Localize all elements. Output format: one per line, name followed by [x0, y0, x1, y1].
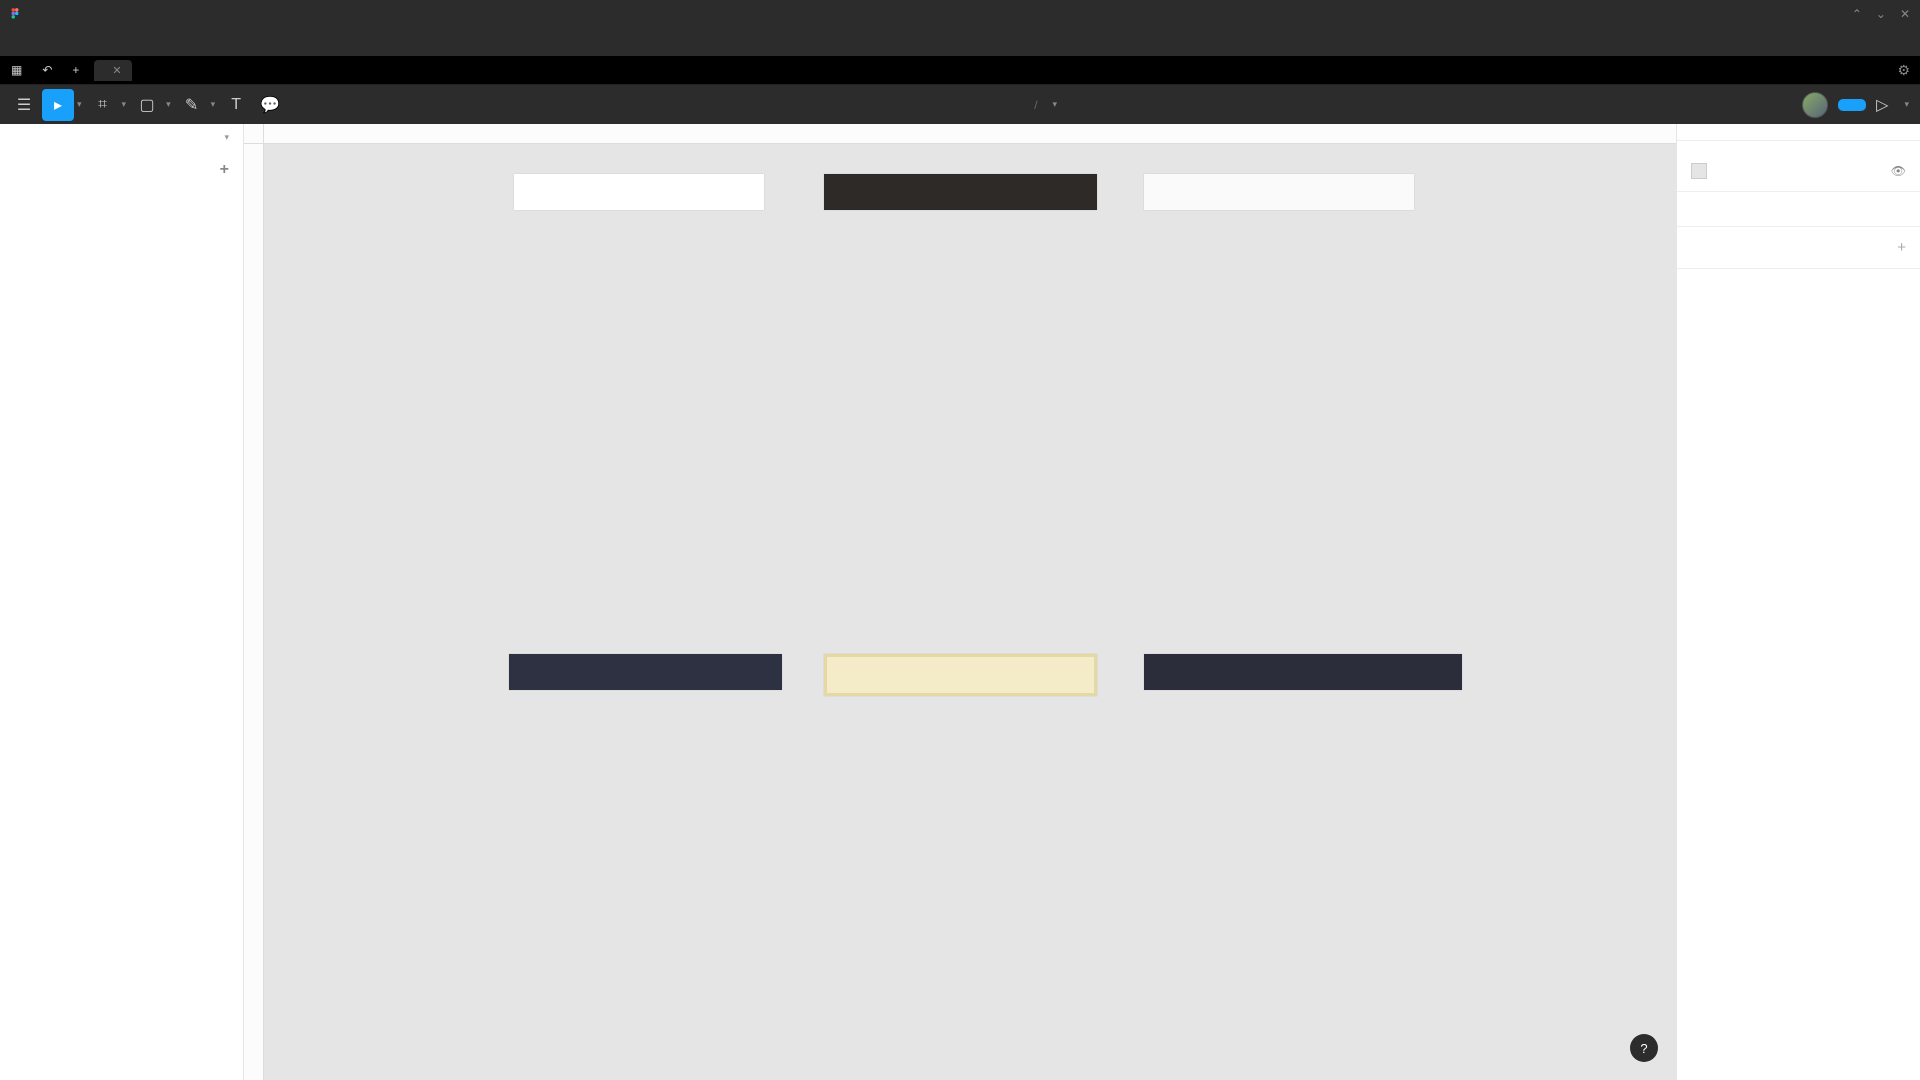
visibility-icon[interactable]: 👁 [1891, 164, 1906, 178]
chevron-down-icon: ▾ [1901, 99, 1912, 110]
layers-list [0, 189, 243, 1080]
add-tab-icon[interactable]: + [67, 59, 84, 81]
breadcrumb: / ▾ [288, 98, 1800, 112]
settings-icon[interactable]: ⚙ [1897, 62, 1910, 79]
frame-tool[interactable]: ⌗ [87, 89, 119, 121]
background-row[interactable]: 👁 [1691, 163, 1906, 179]
menubar [0, 28, 1920, 56]
toolbar: ☰ ▸ ▾ ⌗ ▾ ▢ ▾ ✎ ▾ T 💬 / ▾ ▷ ▾ [0, 84, 1920, 124]
canvas[interactable]: ? [244, 124, 1676, 1080]
help-button[interactable]: ? [1630, 1034, 1658, 1062]
tabs-bar: ▦ ↶ + ✕ ⚙ [0, 56, 1920, 84]
frame-script[interactable] [824, 654, 1097, 696]
add-page-icon[interactable]: + [220, 161, 229, 179]
pages-header: + [0, 151, 243, 189]
chevron-down-icon[interactable]: ▾ [208, 99, 219, 110]
pen-tool[interactable]: ✎ [176, 89, 208, 121]
ruler-horizontal [264, 124, 1676, 144]
color-swatch[interactable] [1691, 163, 1707, 179]
ruler-vertical [244, 144, 264, 1080]
minimize-icon[interactable]: ⌃ [1852, 7, 1862, 21]
maximize-icon[interactable]: ⌄ [1876, 7, 1886, 21]
frame-serif[interactable] [514, 174, 764, 210]
frame-sans-serif[interactable] [824, 174, 1097, 210]
chevron-down-icon[interactable]: ▾ [74, 99, 85, 110]
present-icon[interactable]: ▷ [1876, 95, 1888, 115]
comment-tool[interactable]: 💬 [254, 89, 286, 121]
hamburger-menu-icon[interactable]: ☰ [8, 89, 40, 121]
zoom-level[interactable]: ▾ [1898, 99, 1912, 110]
move-tool[interactable]: ▸ [42, 89, 74, 121]
right-panel: 👁 + [1676, 124, 1920, 1080]
close-tab-icon[interactable]: ✕ [112, 64, 121, 77]
chevron-down-icon[interactable]: ▾ [1050, 99, 1061, 110]
shape-tool[interactable]: ▢ [131, 89, 163, 121]
chevron-down-icon[interactable]: ▾ [163, 99, 174, 110]
left-panel: ▾ + [0, 124, 244, 1080]
window-titlebar: ⌃ ⌄ ✕ [0, 0, 1920, 28]
add-export-icon[interactable]: + [1897, 239, 1906, 256]
user-avatar[interactable] [1802, 92, 1828, 118]
text-tool[interactable]: T [220, 89, 252, 121]
chevron-down-icon[interactable]: ▾ [224, 132, 229, 143]
frame-semi-serif[interactable] [509, 654, 782, 690]
frame-slab-serif[interactable] [1144, 174, 1414, 210]
frame-monospace[interactable] [1144, 654, 1462, 690]
tab-recent-files[interactable]: ✕ [94, 60, 131, 81]
ruler-corner [244, 124, 264, 144]
close-window-icon[interactable]: ✕ [1900, 7, 1910, 21]
figma-logo-icon [8, 7, 22, 21]
grid-icon[interactable]: ▦ [6, 59, 27, 81]
share-button[interactable] [1838, 99, 1866, 111]
chevron-down-icon[interactable]: ▾ [119, 99, 130, 110]
back-icon[interactable]: ↶ [37, 59, 57, 81]
breadcrumb-separator: / [1034, 98, 1037, 112]
